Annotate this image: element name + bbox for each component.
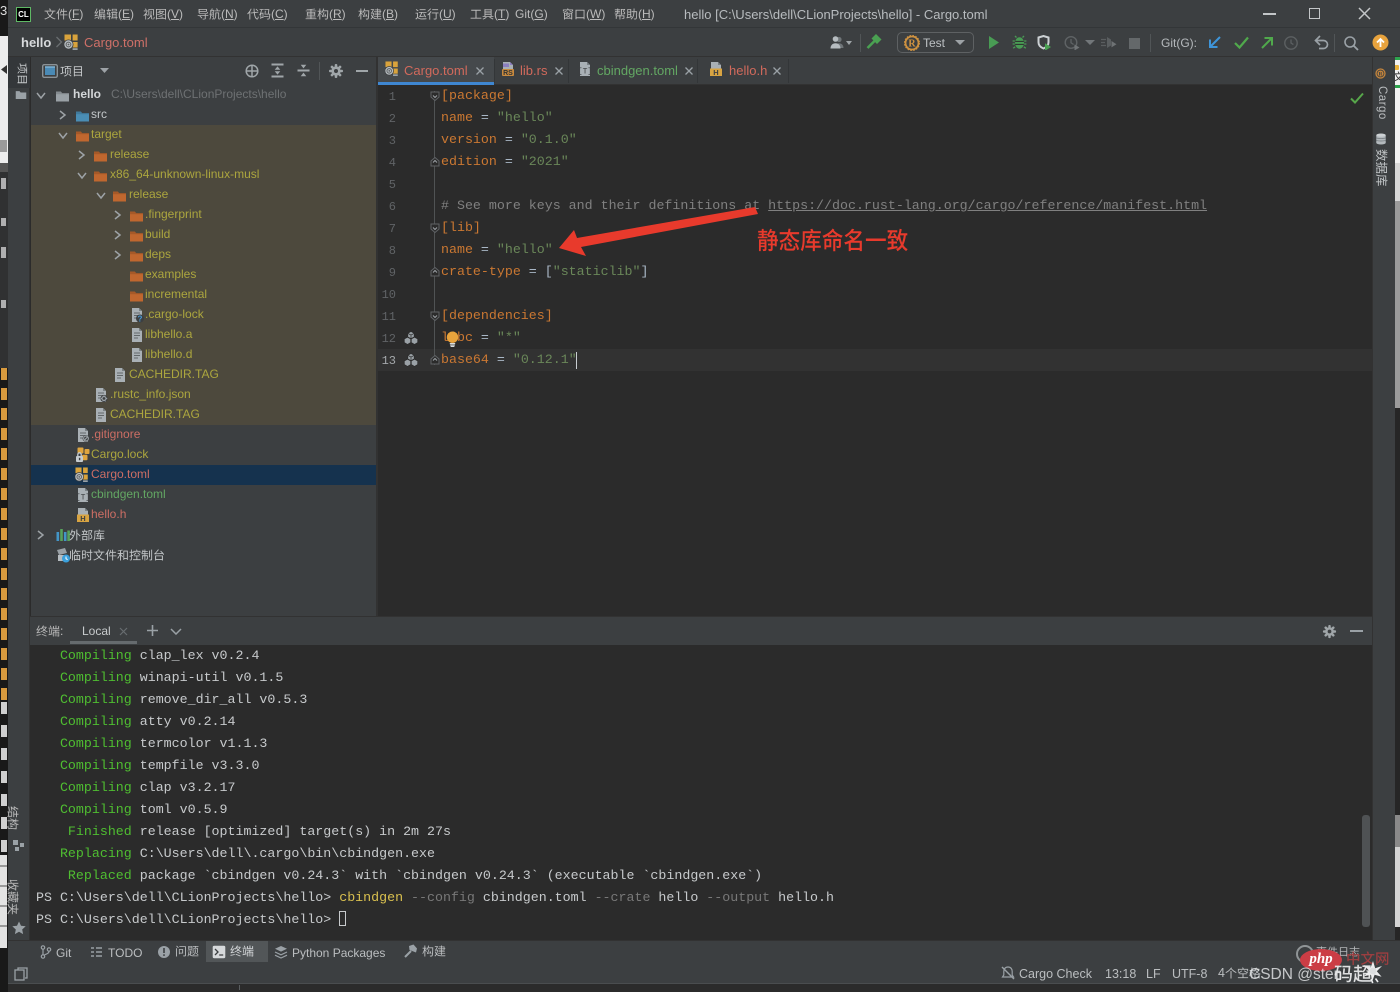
svg-text:H: H [80, 514, 85, 523]
svg-text:[T]: [T] [76, 494, 90, 503]
svg-text:?: ? [138, 314, 143, 323]
svg-text:[T]: [T] [578, 68, 592, 77]
svg-text:RS: RS [503, 70, 513, 77]
svg-text:R: R [908, 39, 916, 50]
svg-text:H: H [713, 68, 718, 77]
